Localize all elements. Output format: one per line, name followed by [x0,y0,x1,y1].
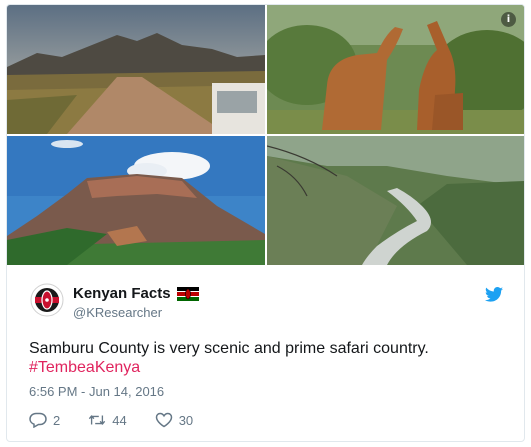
like-button[interactable]: 30 [155,412,193,428]
like-count: 30 [178,412,194,428]
kenya-flag-icon [176,286,199,301]
avatar[interactable] [30,283,64,317]
speech-bubble-icon [29,412,47,428]
tweet-card[interactable]: i Kenyan Facts @KResearcher Samburu Coun… [6,4,525,442]
hashtag-link[interactable]: #TembeaKenya [29,359,140,377]
author-name[interactable]: Kenyan Facts [73,285,171,302]
author-row: Kenyan Facts [73,285,199,302]
photo-mountain[interactable] [7,136,265,265]
info-icon[interactable]: i [501,12,516,27]
retweet-count: 44 [112,412,127,428]
heart-icon [155,412,172,428]
retweet-button[interactable]: 44 [88,412,127,428]
tweet-body: Kenyan Facts @KResearcher Samburu County… [7,265,524,441]
author-handle[interactable]: @KResearcher [73,305,162,320]
photo-valley-river[interactable] [267,136,524,265]
reply-button[interactable]: 2 [29,412,60,428]
photo-giraffes[interactable]: i [267,5,524,134]
retweet-arrows-icon [89,415,106,425]
tweet-text: Samburu County is very scenic and prime … [29,340,429,357]
reply-count: 2 [53,412,61,428]
photo-grid: i [7,5,524,265]
tweet-timestamp[interactable]: 6:56 PM - Jun 14, 2016 [29,384,164,399]
photo-savanna-road[interactable] [7,5,265,134]
tweet-actions: 2 44 30 [29,412,221,428]
twitter-bird-icon[interactable] [485,287,503,302]
